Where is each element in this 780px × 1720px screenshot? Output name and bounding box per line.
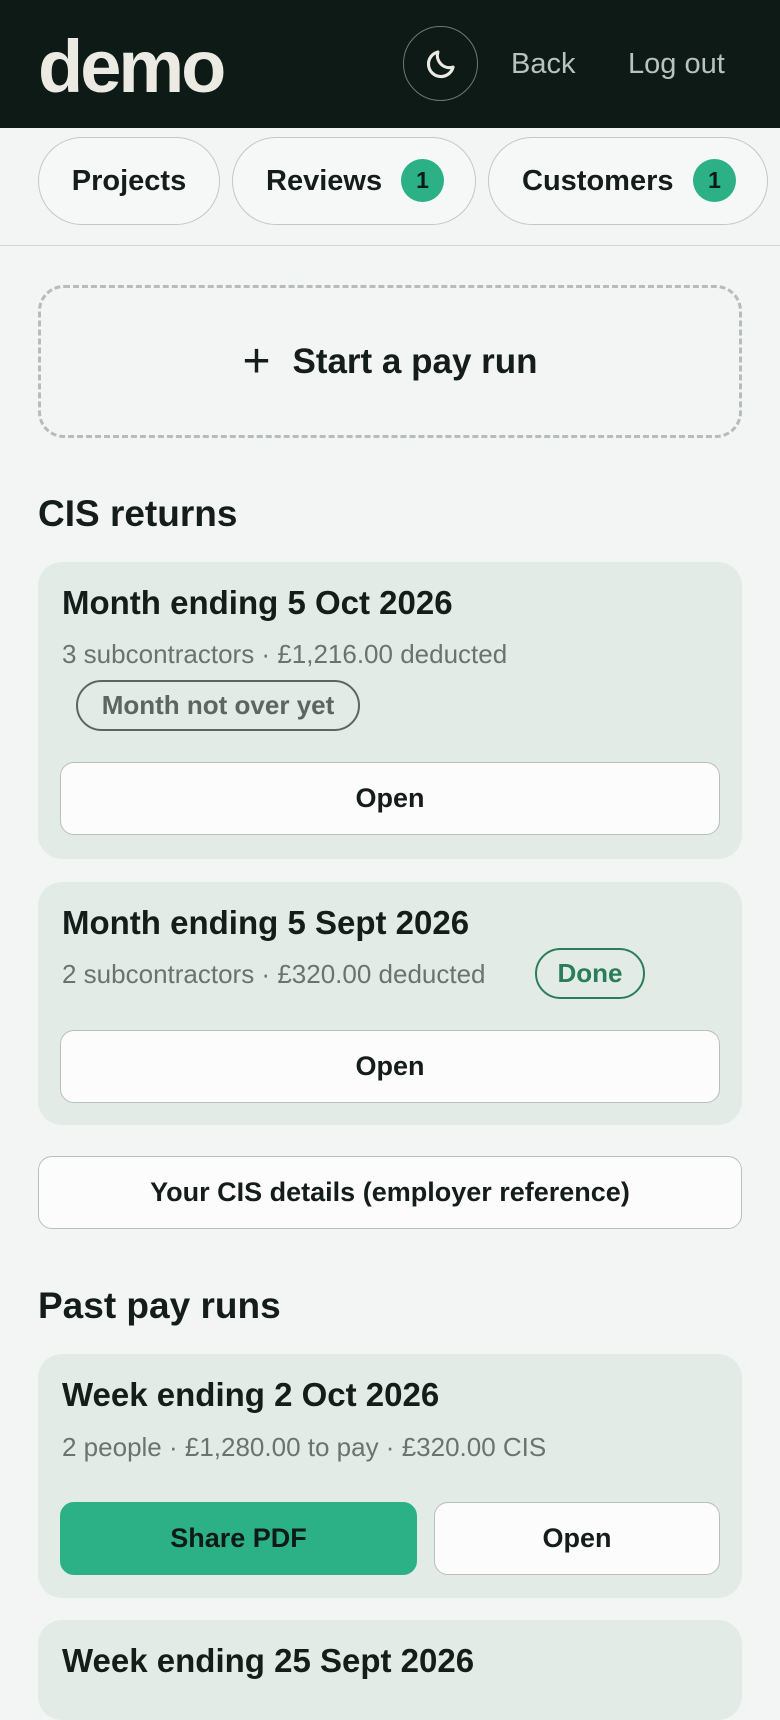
cis-return-meta: 3 subcontractors · £1,216.00 deducted	[62, 639, 508, 669]
tab-label: Reviews	[266, 164, 383, 197]
tab-label: Customers	[522, 164, 674, 197]
cis-details-button[interactable]: Your CIS details (employer reference)	[38, 1156, 742, 1229]
logout-link[interactable]: Log out	[628, 44, 725, 84]
back-link[interactable]: Back	[511, 44, 575, 84]
cis-return-card: Month ending 5 Sept 2026 2 subcontractor…	[38, 882, 742, 1125]
cis-return-title: Month ending 5 Oct 2026	[62, 584, 453, 621]
tab-bar: Projects Reviews 1 Customers 1	[0, 128, 780, 246]
tab-label: Projects	[71, 164, 187, 197]
cis-return-meta: 2 subcontractors · £320.00 deducted	[62, 959, 486, 989]
share-pdf-button[interactable]: Share PDF	[60, 1502, 417, 1575]
pay-run-card: Week ending 25 Sept 2026	[38, 1620, 742, 1720]
moon-icon	[426, 49, 455, 78]
tab-projects[interactable]: Projects	[38, 137, 220, 225]
pay-run-title: Week ending 25 Sept 2026	[62, 1642, 475, 1679]
theme-toggle-button[interactable]	[403, 26, 478, 101]
open-button[interactable]: Open	[434, 1502, 720, 1575]
past-pay-runs-heading: Past pay runs	[38, 1285, 281, 1326]
start-pay-run-button[interactable]: + Start a pay run	[38, 285, 742, 438]
top-bar: demo Back Log out	[0, 0, 780, 128]
cis-return-card: Month ending 5 Oct 2026 3 subcontractors…	[38, 562, 742, 859]
status-badge: Month not over yet	[76, 680, 360, 731]
count-badge: 1	[693, 159, 736, 202]
pay-run-card: Week ending 2 Oct 2026 2 people · £1,280…	[38, 1354, 742, 1598]
status-badge: Done	[535, 948, 645, 999]
pay-run-meta: 2 people · £1,280.00 to pay · £320.00 CI…	[62, 1432, 547, 1462]
plus-icon: +	[242, 334, 271, 388]
start-pay-run-label: Start a pay run	[292, 341, 538, 381]
open-button[interactable]: Open	[60, 762, 720, 835]
cis-return-title: Month ending 5 Sept 2026	[62, 904, 470, 941]
logo[interactable]: demo	[38, 22, 226, 112]
open-button[interactable]: Open	[60, 1030, 720, 1103]
tab-reviews[interactable]: Reviews 1	[232, 137, 476, 225]
count-badge: 1	[401, 159, 444, 202]
tab-customers[interactable]: Customers 1	[488, 137, 768, 225]
pay-run-title: Week ending 2 Oct 2026	[62, 1376, 440, 1413]
cis-returns-heading: CIS returns	[38, 493, 238, 534]
